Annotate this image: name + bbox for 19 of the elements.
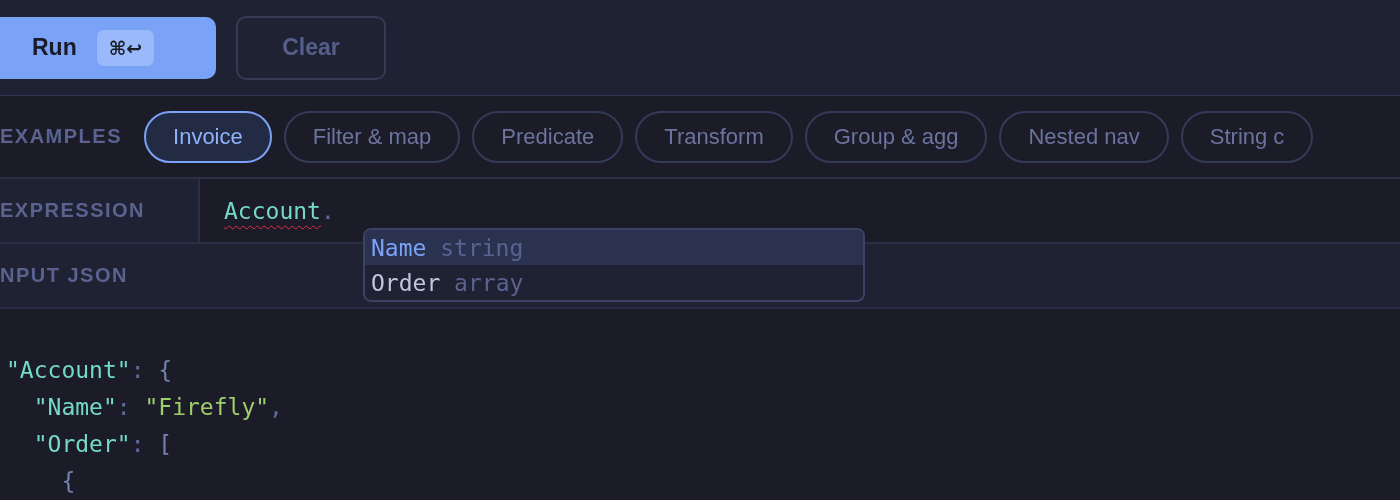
clear-button[interactable]: Clear	[236, 15, 386, 80]
example-chip[interactable]: Transform	[635, 110, 793, 163]
code-line: {	[60, 467, 76, 496]
example-chip[interactable]: Filter & map	[283, 110, 461, 163]
suggestion-item[interactable]: Name string	[365, 230, 863, 266]
code-line: "Name": "Firefly",	[32, 393, 283, 422]
example-chip[interactable]: Nested nav	[999, 110, 1169, 163]
expression-label: EXPRESSION	[0, 199, 146, 223]
examples-label: EXAMPLES	[0, 125, 123, 149]
code-line: "Order": [	[32, 430, 173, 459]
run-button[interactable]: Run ⌘↩	[0, 16, 216, 79]
code-line: "Account": {	[6, 356, 173, 385]
example-chip[interactable]: String c	[1180, 110, 1314, 163]
input-json-label: NPUT JSON	[0, 264, 128, 288]
shortcut-key: ⌘↩	[96, 29, 155, 66]
example-chip[interactable]: Predicate	[472, 110, 624, 163]
example-chip[interactable]: Group & agg	[804, 110, 988, 163]
suggestion-item[interactable]: Order array	[365, 265, 863, 301]
example-chip[interactable]: Invoice	[144, 110, 272, 163]
